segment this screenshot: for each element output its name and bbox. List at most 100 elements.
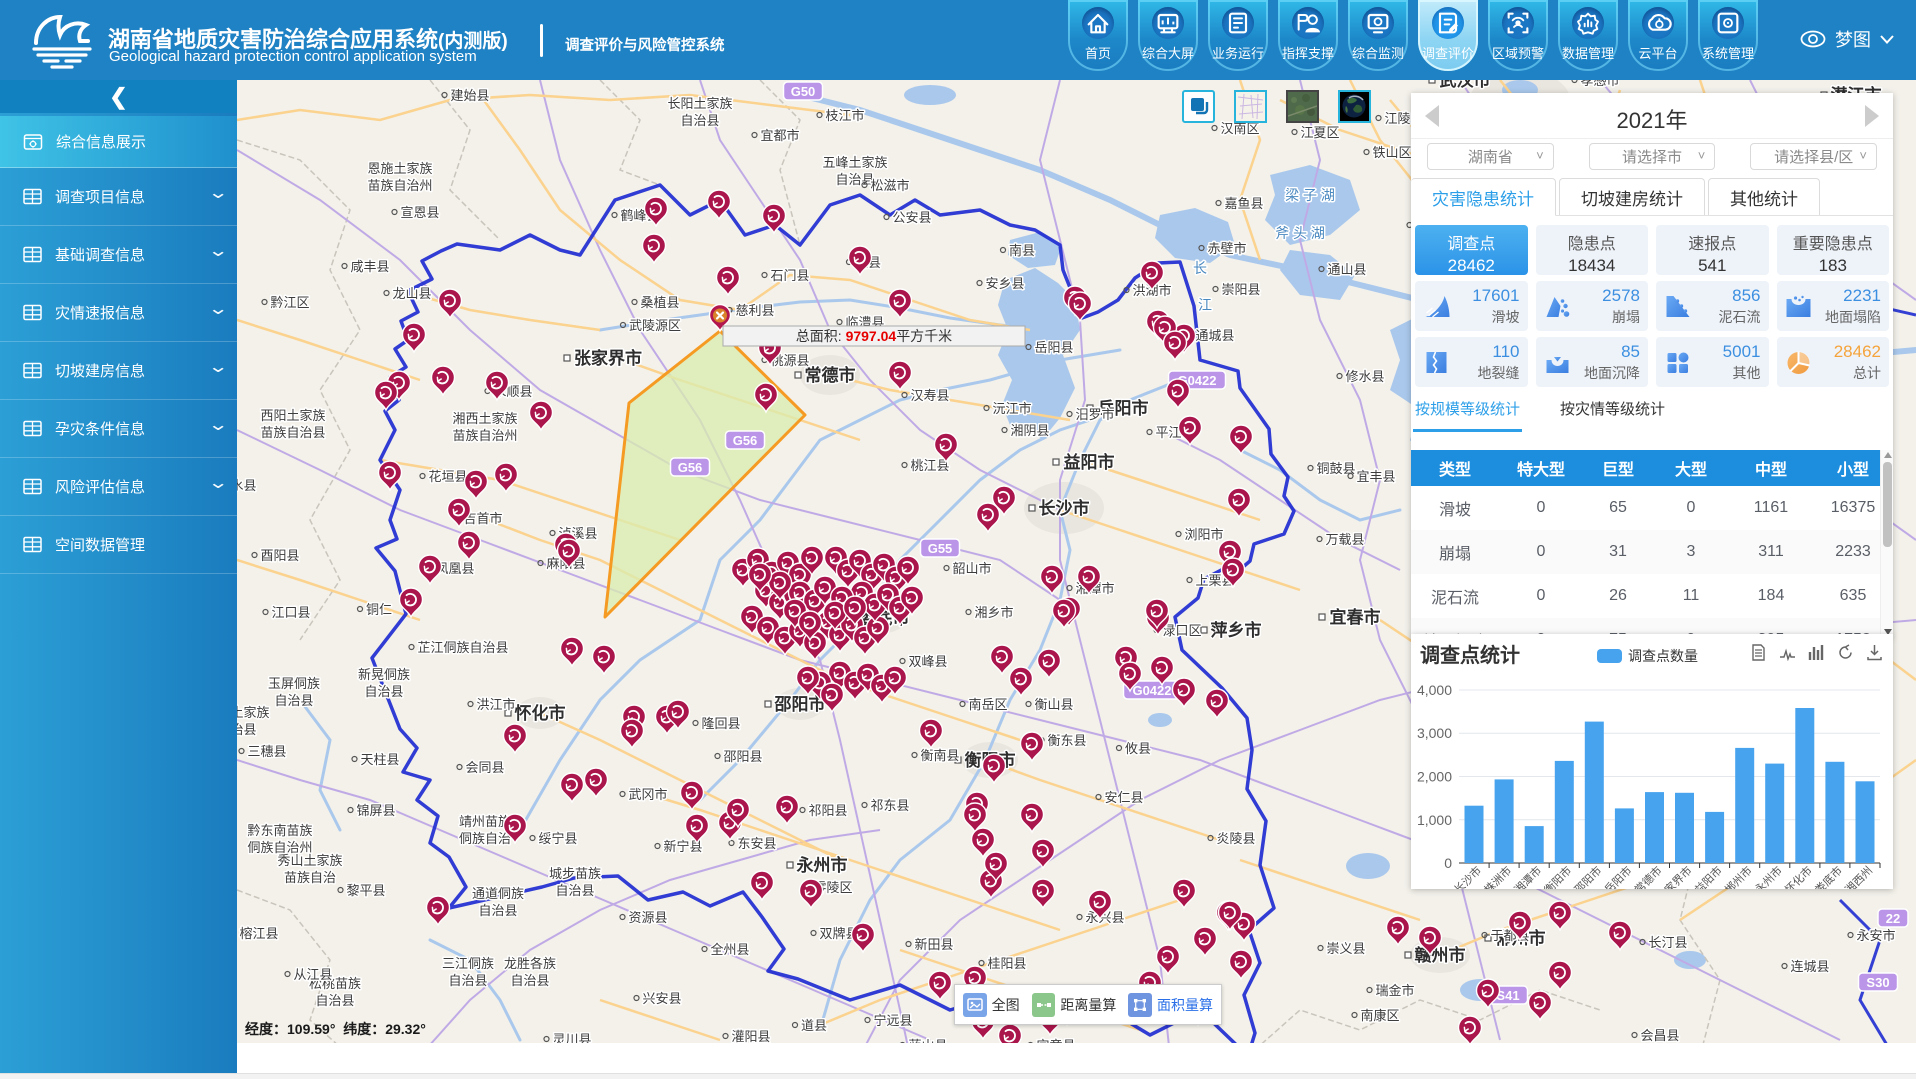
svg-text:酉阳县: 酉阳县 — [260, 548, 299, 563]
svg-text:松滋市: 松滋市 — [870, 178, 909, 193]
svg-text:崇义县: 崇义县 — [1326, 941, 1365, 956]
svg-text:G56: G56 — [733, 433, 758, 448]
svg-text:三穗县: 三穗县 — [247, 744, 286, 759]
svg-text:自治县: 自治县 — [237, 722, 257, 737]
svg-text:衡阳市: 衡阳市 — [1541, 863, 1574, 889]
svg-text:灵川县: 灵川县 — [552, 1032, 591, 1043]
svg-text:南岳区: 南岳区 — [968, 697, 1007, 712]
svg-text:江: 江 — [1198, 297, 1212, 313]
svg-text:三江侗族: 三江侗族 — [442, 956, 494, 971]
svg-text:长阳土家族: 长阳土家族 — [667, 96, 732, 111]
svg-text:常德市: 常德市 — [805, 365, 856, 385]
svg-text:3,000: 3,000 — [1417, 725, 1452, 741]
svg-text:益阳市: 益阳市 — [1064, 452, 1115, 472]
svg-text:郴州市: 郴州市 — [1722, 863, 1755, 889]
svg-text:汨罗市: 汨罗市 — [1075, 407, 1114, 422]
svg-text:修水县: 修水县 — [1345, 369, 1384, 384]
svg-text:全州县: 全州县 — [710, 942, 749, 957]
svg-text:宜春市: 宜春市 — [1330, 607, 1381, 627]
svg-text:花垣县: 花垣县 — [428, 469, 467, 484]
svg-text:衡东县: 衡东县 — [1047, 733, 1086, 748]
svg-text:浏阳市: 浏阳市 — [1184, 527, 1223, 542]
svg-text:资源县: 资源县 — [628, 910, 667, 925]
svg-text:石门县: 石门县 — [770, 268, 809, 283]
svg-text:苗族自治州: 苗族自治州 — [452, 428, 517, 443]
svg-text:22: 22 — [1886, 911, 1900, 926]
svg-text:五峰土家族: 五峰土家族 — [822, 155, 887, 170]
svg-text:自治县: 自治县 — [478, 903, 517, 918]
svg-text:益阳市: 益阳市 — [1691, 863, 1724, 889]
svg-text:0: 0 — [1444, 855, 1452, 871]
svg-text:2,000: 2,000 — [1417, 769, 1452, 785]
svg-text:天柱县: 天柱县 — [360, 752, 399, 767]
svg-text:岳阳县: 岳阳县 — [1034, 340, 1073, 355]
svg-text:通道侗族: 通道侗族 — [472, 886, 524, 901]
svg-text:自治县: 自治县 — [680, 113, 719, 128]
svg-text:南康区: 南康区 — [1360, 1008, 1399, 1023]
svg-text:沿河土家族: 沿河土家族 — [237, 705, 270, 720]
svg-text:G56: G56 — [678, 460, 703, 475]
svg-text:萍乡市: 萍乡市 — [1211, 620, 1262, 640]
svg-text:湘潭市: 湘潭市 — [1511, 863, 1544, 889]
svg-text:隆回县: 隆回县 — [701, 716, 740, 731]
svg-text:会同县: 会同县 — [465, 760, 504, 775]
svg-text:自治县: 自治县 — [448, 973, 487, 988]
svg-text:常德市: 常德市 — [1631, 863, 1664, 889]
svg-text:恩施土家族: 恩施土家族 — [367, 161, 432, 176]
svg-text:长沙市: 长沙市 — [1039, 498, 1090, 518]
svg-text:自治县: 自治县 — [274, 693, 313, 708]
svg-text:苗族自治: 苗族自治 — [284, 870, 336, 885]
svg-text:灌阳县: 灌阳县 — [731, 1029, 770, 1043]
svg-text:侗族自治: 侗族自治 — [459, 831, 511, 846]
svg-text:连城县: 连城县 — [1790, 959, 1829, 974]
svg-text:建始县: 建始县 — [450, 88, 489, 103]
svg-text:张家界市: 张家界市 — [574, 348, 642, 368]
svg-text:榕江县: 榕江县 — [239, 926, 278, 941]
svg-text:永州市: 永州市 — [1752, 863, 1785, 889]
svg-text:永州市: 永州市 — [796, 855, 848, 875]
svg-text:彭水县: 彭水县 — [237, 478, 257, 493]
svg-text:邵阳市: 邵阳市 — [1571, 863, 1604, 889]
svg-text:从江县: 从江县 — [293, 967, 332, 982]
svg-text:沅江市: 沅江市 — [992, 401, 1031, 416]
svg-text:1,000: 1,000 — [1417, 812, 1452, 828]
svg-text:铜仁: 铜仁 — [366, 602, 392, 617]
svg-text:S30: S30 — [1866, 975, 1889, 990]
svg-text:锦屏县: 锦屏县 — [356, 803, 395, 818]
svg-text:公安县: 公安县 — [892, 210, 931, 225]
svg-text:宜丰县: 宜丰县 — [1356, 469, 1395, 484]
svg-text:苗族自治县: 苗族自治县 — [260, 425, 325, 440]
svg-text:绥宁县: 绥宁县 — [538, 831, 577, 846]
svg-text:新晃侗族: 新晃侗族 — [358, 667, 410, 682]
svg-text:长汀县: 长汀县 — [1648, 935, 1687, 950]
svg-text:汉寿县: 汉寿县 — [910, 388, 949, 403]
svg-text:双峰县: 双峰县 — [908, 654, 947, 669]
svg-text:南县: 南县 — [1009, 243, 1035, 258]
svg-text:祁东县: 祁东县 — [870, 798, 909, 813]
svg-text:枝江市: 枝江市 — [825, 108, 864, 123]
svg-text:新田县: 新田县 — [914, 937, 953, 952]
svg-text:总面积: 9797.04平方千米: 总面积: 9797.04平方千米 — [796, 328, 952, 344]
svg-text:G0422: G0422 — [1132, 683, 1171, 698]
svg-text:炎陵县: 炎陵县 — [1216, 831, 1255, 846]
svg-text:桂阳县: 桂阳县 — [987, 956, 1026, 971]
svg-text:攸县: 攸县 — [1125, 741, 1151, 756]
svg-text:湘西州: 湘西州 — [1842, 863, 1875, 889]
svg-text:梁 子 湖: 梁 子 湖 — [1285, 187, 1335, 203]
svg-text:自治县: 自治县 — [835, 172, 874, 187]
svg-text:湘阴县: 湘阴县 — [1010, 423, 1049, 438]
svg-text:自治县: 自治县 — [510, 973, 549, 988]
svg-text:桑植县: 桑植县 — [640, 295, 679, 310]
svg-text:安仁县: 安仁县 — [1104, 790, 1143, 805]
svg-text:通城县: 通城县 — [1195, 328, 1234, 343]
svg-text:慈利县: 慈利县 — [735, 303, 774, 318]
svg-text:赣州市: 赣州市 — [1415, 945, 1466, 965]
svg-text:道县: 道县 — [801, 1018, 827, 1033]
svg-text:宁远县: 宁远县 — [873, 1013, 912, 1028]
svg-text:黎平县: 黎平县 — [346, 883, 385, 898]
svg-text:黔东南苗族: 黔东南苗族 — [247, 823, 312, 838]
svg-text:怀化市: 怀化市 — [1782, 863, 1815, 889]
svg-text:湘西土家族: 湘西土家族 — [452, 411, 517, 426]
svg-text:长沙市: 长沙市 — [1451, 863, 1484, 889]
svg-text:永安市: 永安市 — [1856, 928, 1895, 943]
